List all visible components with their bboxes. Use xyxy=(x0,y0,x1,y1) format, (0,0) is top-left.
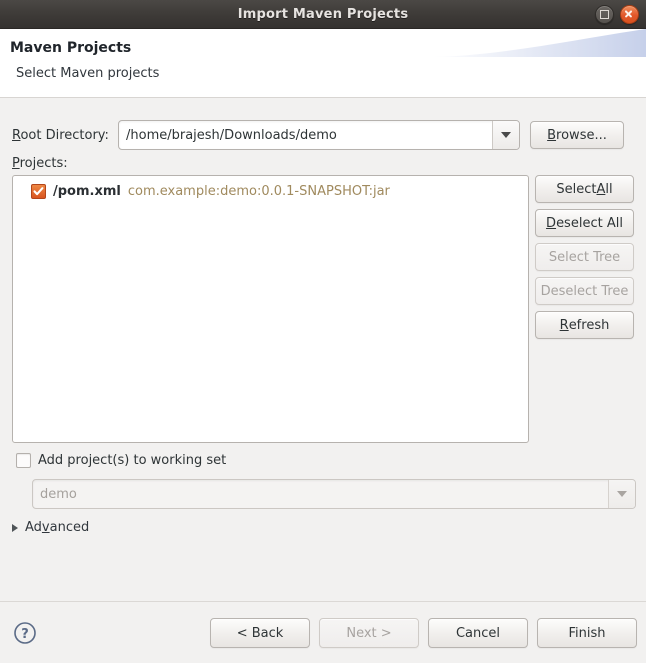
refresh-button[interactable]: Refresh xyxy=(535,311,634,339)
page-subtitle: Select Maven projects xyxy=(16,66,160,81)
check-icon xyxy=(33,186,44,195)
dialog-footer: ? < Back Next > Cancel Finish xyxy=(0,601,646,663)
select-all-accel: A xyxy=(596,181,606,197)
browse-button-accel: B xyxy=(547,127,557,143)
refresh-accel: R xyxy=(559,317,569,333)
cancel-button-label: Cancel xyxy=(455,625,501,641)
root-directory-row: Root Directory: /home/brajesh/Downloads/… xyxy=(12,120,634,150)
advanced-label-accel: v xyxy=(41,520,50,535)
header-swoosh-decoration xyxy=(426,29,646,57)
root-directory-dropdown-button[interactable] xyxy=(492,121,519,149)
browse-button-label: rowse... xyxy=(556,127,607,143)
advanced-expander[interactable]: Advanced xyxy=(12,520,89,535)
triangle-right-icon xyxy=(12,523,18,532)
advanced-label-prefix: Ad xyxy=(25,520,42,535)
projects-list[interactable]: /pom.xml com.example:demo:0.0.1-SNAPSHOT… xyxy=(12,175,529,443)
root-directory-combo[interactable]: /home/brajesh/Downloads/demo xyxy=(118,120,520,150)
root-directory-input[interactable]: /home/brajesh/Downloads/demo xyxy=(119,121,492,149)
maximize-icon[interactable] xyxy=(595,4,614,24)
deselect-all-button[interactable]: Deselect All xyxy=(535,209,634,237)
working-set-checkbox-row[interactable]: Add project(s) to working set xyxy=(16,453,226,468)
next-button: Next > xyxy=(319,618,419,648)
next-button-label: Next > xyxy=(346,625,392,641)
deselect-tree-button: Deselect Tree xyxy=(535,277,634,305)
advanced-label: Advanced xyxy=(25,520,89,535)
projects-label-rest: rojects: xyxy=(19,156,68,171)
page-title: Maven Projects xyxy=(10,40,132,56)
import-maven-projects-dialog: Import Maven Projects Maven Projects Sel… xyxy=(0,0,646,663)
select-all-prefix: Select xyxy=(556,181,597,197)
working-set-value: demo xyxy=(40,486,77,502)
close-icon[interactable] xyxy=(620,4,639,24)
dialog-body: Root Directory: /home/brajesh/Downloads/… xyxy=(0,98,646,601)
select-all-rest: ll xyxy=(605,181,613,197)
projects-label: Projects: xyxy=(12,156,68,171)
select-all-button[interactable]: Select All xyxy=(535,175,634,203)
projects-label-accel: P xyxy=(12,156,20,171)
projects-side-buttons: Select All Deselect All Select Tree Dese… xyxy=(535,175,634,339)
wizard-header: Maven Projects Select Maven projects xyxy=(0,29,646,98)
footer-button-group: < Back Next > Cancel Finish xyxy=(210,618,637,648)
deselect-all-accel: D xyxy=(546,215,557,231)
deselect-all-rest: eselect All xyxy=(556,215,623,231)
working-set-combo: demo xyxy=(32,479,636,509)
finish-button-label: Finish xyxy=(568,625,606,641)
window-titlebar: Import Maven Projects xyxy=(0,0,646,29)
advanced-label-rest: anced xyxy=(49,520,90,535)
browse-button-wrap: Browse... xyxy=(530,121,624,149)
working-set-dropdown-button xyxy=(608,480,635,508)
project-checkbox[interactable] xyxy=(31,183,46,199)
select-tree-label: Select Tree xyxy=(548,249,621,265)
svg-text:?: ? xyxy=(21,627,29,642)
chevron-down-icon xyxy=(501,132,511,138)
help-question-icon[interactable]: ? xyxy=(13,621,37,649)
working-set-label: Add project(s) to working set xyxy=(38,453,227,468)
root-directory-label-rest: oot Directory: xyxy=(20,127,109,143)
finish-button[interactable]: Finish xyxy=(537,618,637,648)
root-directory-label: Root Directory: xyxy=(12,128,118,143)
chevron-down-icon xyxy=(617,491,627,497)
window-title: Import Maven Projects xyxy=(237,6,409,22)
deselect-tree-label: Deselect Tree xyxy=(540,283,629,299)
browse-button[interactable]: Browse... xyxy=(530,121,624,149)
project-coordinates: com.example:demo:0.0.1-SNAPSHOT:jar xyxy=(127,183,390,199)
project-pom-name: /pom.xml xyxy=(53,183,121,199)
select-tree-button: Select Tree xyxy=(535,243,634,271)
back-button-label: < Back xyxy=(236,625,284,641)
back-button[interactable]: < Back xyxy=(210,618,310,648)
window-controls xyxy=(595,0,639,28)
list-item[interactable]: /pom.xml com.example:demo:0.0.1-SNAPSHOT… xyxy=(13,180,528,202)
cancel-button[interactable]: Cancel xyxy=(428,618,528,648)
refresh-rest: efresh xyxy=(568,317,610,333)
working-set-checkbox[interactable] xyxy=(16,453,31,468)
